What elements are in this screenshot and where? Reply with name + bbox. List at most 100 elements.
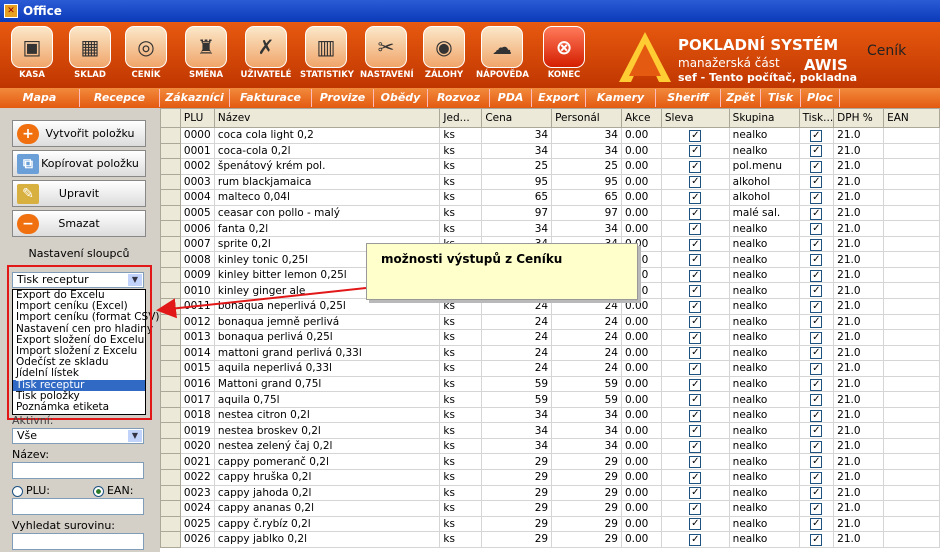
menu-item-0[interactable]: Mapa podniku	[0, 89, 80, 122]
table-row[interactable]: 0016 Mattoni grand 0,75l ks 59 59 0.00 ✓ nealko…	[160, 375, 940, 393]
toolbar-button-nastavení[interactable]: ✂ NASTAVENÍ	[360, 24, 414, 86]
table-row[interactable]: 0024 cappy ananas 0,2l ks 29 29 0.00 ✓ nealko ✓ 2…	[160, 500, 940, 517]
discount-checkbox[interactable]: ✓	[689, 347, 702, 360]
row-header[interactable]	[160, 173, 181, 191]
row-header[interactable]	[160, 469, 181, 486]
print-checkbox[interactable]: ✓	[810, 223, 823, 236]
table-row[interactable]: 0004 malteco 0,04l ks 65 65 0.00 ✓ alkohol ✓ 21.0	[160, 189, 940, 206]
table-row[interactable]: 0021 cappy pomeranč 0,2l ks 29 29 0.00 ✓ nealko…	[160, 453, 940, 471]
print-checkbox[interactable]: ✓	[810, 207, 823, 220]
discount-checkbox[interactable]: ✓	[689, 425, 702, 438]
nazev-input[interactable]	[12, 462, 144, 479]
row-header[interactable]	[160, 531, 181, 548]
discount-checkbox[interactable]: ✓	[689, 145, 702, 158]
print-checkbox[interactable]: ✓	[810, 316, 823, 329]
print-checkbox[interactable]: ✓	[810, 285, 823, 298]
row-header[interactable]	[160, 391, 181, 408]
table-row[interactable]: 0000 coca cola light 0,2 ks 34 34 0.00 ✓ nealko…	[160, 127, 940, 144]
row-header[interactable]	[160, 422, 181, 439]
discount-checkbox[interactable]: ✓	[689, 160, 702, 173]
discount-checkbox[interactable]: ✓	[689, 362, 702, 375]
column-header[interactable]: DPH %	[833, 108, 885, 128]
toolbar-button-zálohy[interactable]: ◉ ZÁLOHY	[418, 24, 470, 86]
row-header[interactable]	[160, 298, 181, 315]
column-header[interactable]: Personál	[551, 108, 622, 128]
column-header[interactable]: Jed...	[439, 108, 483, 128]
create-item-button[interactable]: + Vytvořit položku	[12, 120, 146, 147]
discount-checkbox[interactable]: ✓	[689, 129, 702, 142]
column-header[interactable]: Název	[213, 108, 441, 128]
delete-item-button[interactable]: − Smazat	[12, 210, 146, 237]
menu-item-12[interactable]: Tisk	[761, 89, 801, 107]
discount-checkbox[interactable]: ✓	[689, 456, 702, 469]
copy-item-button[interactable]: ⧉ Kopírovat položku	[12, 150, 146, 177]
chevron-down-icon[interactable]: ▼	[128, 430, 142, 442]
column-header[interactable]: Cena	[481, 108, 553, 128]
menu-item-6[interactable]: Rozvoz	[428, 89, 490, 107]
toolbar-button-konec[interactable]: ⊗ KONEC	[538, 24, 590, 86]
menu-item-5[interactable]: Obědy	[374, 89, 428, 107]
table-row[interactable]: 0014 mattoni grand perlivá 0,33l ks 24 24 0.0…	[160, 344, 940, 362]
aktivni-select[interactable]: Vše ▼	[12, 428, 144, 444]
discount-checkbox[interactable]: ✓	[689, 502, 702, 515]
row-header[interactable]	[160, 453, 181, 471]
discount-checkbox[interactable]: ✓	[689, 238, 702, 251]
toolbar-button-směna[interactable]: ♜ SMĚNA	[180, 24, 232, 86]
toolbar-button-uživatelé[interactable]: ✗ UŽIVATELÉ	[240, 24, 292, 86]
table-row[interactable]: 0023 cappy jahoda 0,2l ks 29 29 0.00 ✓ nealko ✓ 2…	[160, 484, 940, 502]
row-header[interactable]	[160, 204, 181, 222]
discount-checkbox[interactable]: ✓	[689, 440, 702, 453]
row-header[interactable]	[160, 142, 181, 160]
table-row[interactable]: 0003 rum blackjamaica ks 95 95 0.00 ✓ alkohol ✓ 2…	[160, 173, 940, 191]
column-header[interactable]: Akce	[620, 108, 662, 128]
table-row[interactable]: 0002 špenátový krém pol. ks 25 25 0.00 ✓ pol.me…	[160, 158, 940, 175]
column-header[interactable]: PLU	[179, 108, 215, 128]
toolbar-button-nápověda[interactable]: ☁ NÁPOVĚDA	[476, 24, 529, 86]
print-checkbox[interactable]: ✓	[810, 518, 823, 531]
print-checkbox[interactable]: ✓	[810, 378, 823, 391]
discount-checkbox[interactable]: ✓	[689, 176, 702, 189]
toolbar-button-sklad[interactable]: ▦ SKLAD	[64, 24, 116, 86]
row-header[interactable]	[160, 329, 181, 346]
column-header[interactable]: Sleva	[660, 108, 730, 128]
row-header[interactable]	[160, 406, 181, 424]
print-checkbox[interactable]: ✓	[810, 300, 823, 313]
discount-checkbox[interactable]: ✓	[689, 254, 702, 267]
discount-checkbox[interactable]: ✓	[689, 518, 702, 531]
table-row[interactable]: 0026 cappy jablko 0,2l ks 29 29 0.00 ✓ nealko ✓ 2…	[160, 531, 940, 548]
print-checkbox[interactable]: ✓	[810, 425, 823, 438]
print-checkbox[interactable]: ✓	[810, 238, 823, 251]
toolbar-button-kasa[interactable]: ▣ KASA	[6, 24, 58, 86]
row-header[interactable]	[160, 282, 181, 300]
row-header[interactable]	[160, 437, 181, 455]
search-ingredient-input[interactable]	[12, 533, 144, 550]
table-row[interactable]: 0012 bonaqua jemně perlivá ks 24 24 0.00 ✓ neal…	[160, 313, 940, 331]
print-checkbox[interactable]: ✓	[810, 176, 823, 189]
print-checkbox[interactable]: ✓	[810, 409, 823, 422]
print-checkbox[interactable]: ✓	[810, 145, 823, 158]
table-row[interactable]: 0011 bonaqua neperlivá 0,25l ks 24 24 0.00 ✓ ne…	[160, 298, 940, 315]
table-row[interactable]: 0005 ceasar con pollo - malý ks 97 97 0.00 ✓ ma…	[160, 204, 940, 222]
table-row[interactable]: 0001 coca-cola 0,2l ks 34 34 0.00 ✓ nealko ✓ 21.0	[160, 142, 940, 160]
row-header[interactable]	[160, 515, 181, 533]
discount-checkbox[interactable]: ✓	[689, 331, 702, 344]
print-checkbox[interactable]: ✓	[810, 254, 823, 267]
menu-item-9[interactable]: Kamery	[586, 89, 656, 107]
discount-checkbox[interactable]: ✓	[689, 471, 702, 484]
column-settings-button[interactable]: Nastavení sloupců	[12, 240, 146, 267]
print-checkbox[interactable]: ✓	[810, 533, 823, 546]
discount-checkbox[interactable]: ✓	[689, 300, 702, 313]
menu-item-7[interactable]: PDA	[490, 89, 532, 107]
row-header[interactable]	[160, 189, 181, 206]
menu-item-1[interactable]: Recepce	[80, 89, 160, 107]
print-checkbox[interactable]: ✓	[810, 487, 823, 500]
print-checkbox[interactable]: ✓	[810, 191, 823, 204]
row-header[interactable]	[160, 127, 181, 144]
row-header[interactable]	[160, 313, 181, 331]
ean-radio[interactable]	[92, 485, 104, 497]
table-row[interactable]: 0017 aquila 0,75l ks 59 59 0.00 ✓ nealko ✓ 21.0	[160, 391, 940, 408]
row-header[interactable]	[160, 266, 181, 284]
row-header[interactable]	[160, 344, 181, 362]
print-checkbox[interactable]: ✓	[810, 160, 823, 173]
column-header[interactable]: Tisk...	[798, 108, 835, 128]
